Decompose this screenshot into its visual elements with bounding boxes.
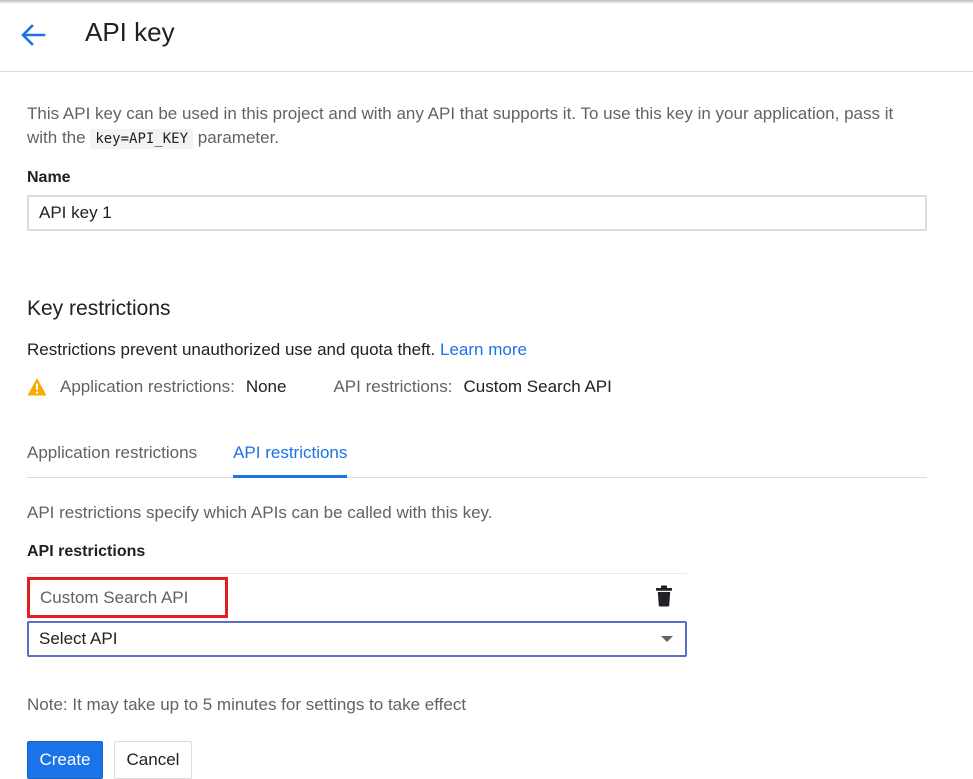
learn-more-link[interactable]: Learn more bbox=[440, 340, 527, 359]
warning-icon bbox=[27, 378, 47, 396]
restrictions-summary: Application restrictions: None API restr… bbox=[27, 376, 659, 398]
intro-text-after: parameter. bbox=[193, 128, 280, 147]
name-label: Name bbox=[27, 169, 71, 186]
restrictions-description-text: Restrictions prevent unauthorized use an… bbox=[27, 340, 436, 359]
intro-text: This API key can be used in this project… bbox=[27, 102, 927, 151]
back-button[interactable] bbox=[16, 18, 50, 52]
restriction-tabs: Application restrictions API restriction… bbox=[27, 434, 927, 478]
list-item: Custom Search API bbox=[27, 574, 687, 618]
page-header: API key bbox=[0, 0, 973, 72]
key-param-code: key=API_KEY bbox=[90, 129, 194, 149]
api-restrictions-summary-label: API restrictions: bbox=[333, 377, 453, 396]
api-restrictions-description: API restrictions specify which APIs can … bbox=[27, 503, 493, 522]
selected-api-name: Custom Search API bbox=[27, 577, 228, 618]
page-title: API key bbox=[85, 17, 175, 47]
selected-apis-list: Custom Search API bbox=[27, 573, 687, 618]
trash-icon[interactable] bbox=[655, 585, 673, 607]
restrictions-description: Restrictions prevent unauthorized use an… bbox=[27, 340, 527, 360]
select-api-dropdown[interactable]: Select API bbox=[27, 621, 687, 657]
tab-application-restrictions[interactable]: Application restrictions bbox=[27, 434, 197, 478]
api-restrictions-heading: API restrictions bbox=[27, 543, 146, 560]
select-api-value: Select API bbox=[39, 629, 118, 648]
api-restrictions-summary-value: Custom Search API bbox=[463, 377, 612, 396]
tab-api-restrictions[interactable]: API restrictions bbox=[233, 434, 348, 478]
app-restrictions-summary-value: None bbox=[245, 377, 287, 396]
dropdown-caret-icon bbox=[661, 636, 673, 642]
create-button[interactable]: Create bbox=[27, 741, 103, 779]
cancel-button[interactable]: Cancel bbox=[114, 741, 192, 779]
arrow-back-icon bbox=[21, 24, 46, 46]
settings-note: Note: It may take up to 5 minutes for se… bbox=[27, 695, 467, 714]
app-restrictions-summary-label: Application restrictions: bbox=[60, 377, 235, 396]
name-input[interactable] bbox=[27, 195, 927, 231]
key-restrictions-title: Key restrictions bbox=[27, 297, 171, 320]
